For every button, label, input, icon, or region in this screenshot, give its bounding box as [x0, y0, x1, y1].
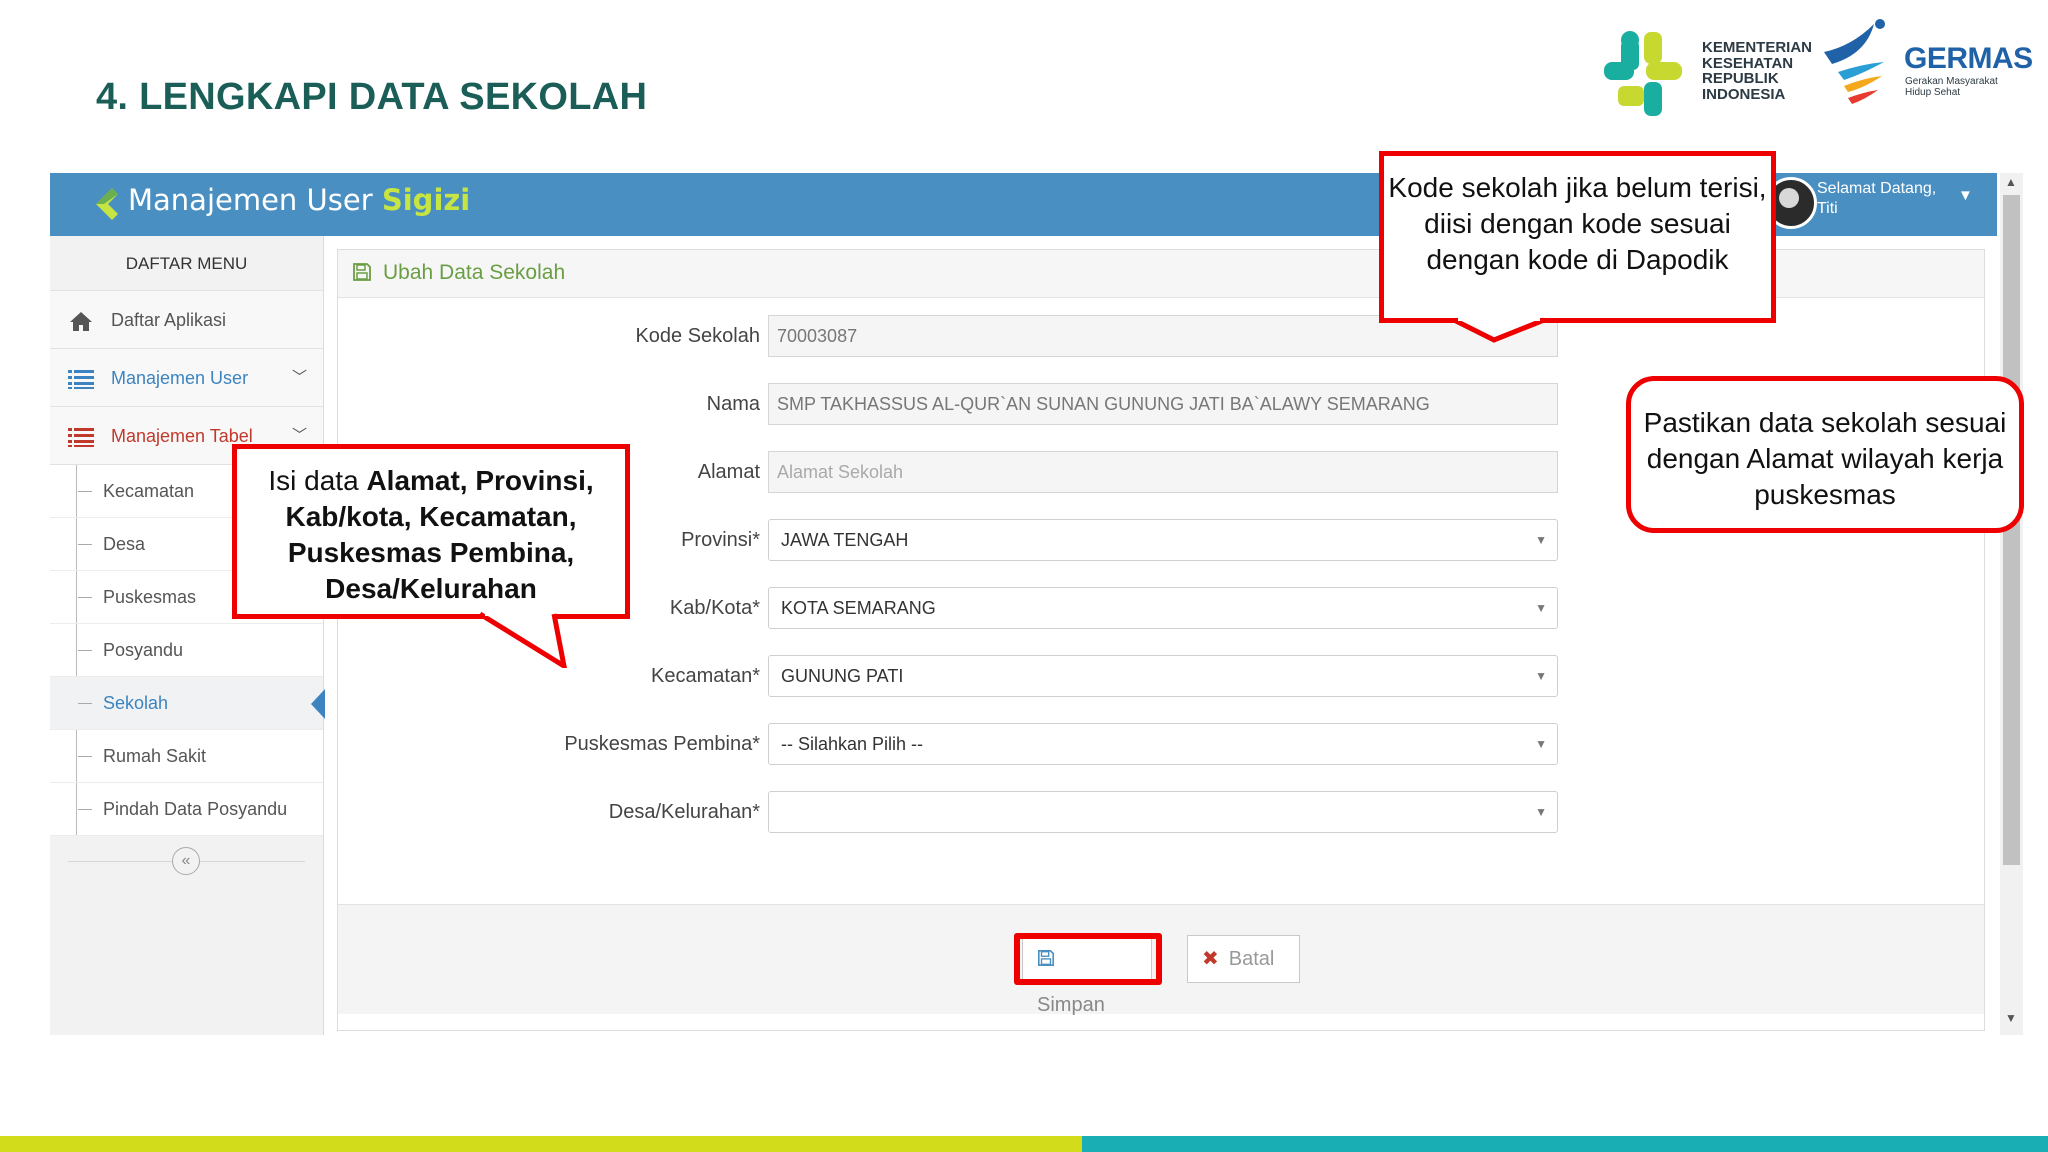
kemenkes-text: KEMENTERIAN KESEHATAN REPUBLIK INDONESIA [1702, 39, 1813, 103]
provinsi-select[interactable]: JAWA TENGAH ▼ [768, 519, 1558, 561]
alamat-input[interactable]: Alamat Sekolah [768, 451, 1558, 493]
save-icon [352, 262, 372, 287]
dropdown-caret-icon: ▼ [1535, 805, 1547, 819]
sidebar-subitem-sekolah[interactable]: Sekolah [50, 677, 325, 730]
sidebar-collapse-row: « [50, 836, 323, 886]
scroll-down-icon[interactable]: ▼ [2005, 1011, 2017, 1025]
save-highlight-box [1014, 933, 1162, 985]
row-desa-kelurahan: Desa/Kelurahan* ▼ [338, 791, 1986, 833]
active-marker [311, 689, 325, 719]
label-puskesmas-pembina: Puskesmas Pembina* [564, 733, 760, 755]
kab-kota-select[interactable]: KOTA SEMARANG ▼ [768, 587, 1558, 629]
callout-left-tail [480, 612, 567, 668]
germas-tagline: Gerakan Masyarakat Hidup Sehat [1905, 76, 1998, 98]
page-scrollbar[interactable]: ▲ ▼ [2000, 173, 2023, 1035]
batal-button[interactable]: ✖ Batal [1187, 935, 1300, 983]
nama-input[interactable]: SMP TAKHASSUS AL-QUR`AN SUNAN GUNUNG JAT… [768, 383, 1558, 425]
dropdown-caret-icon: ▼ [1535, 601, 1547, 615]
user-menu-caret-icon[interactable]: ▼ [1958, 187, 1973, 204]
sidebar-subitem-posyandu[interactable]: Posyandu [50, 624, 323, 677]
callout-top-tail [1452, 316, 1545, 343]
label-kab-kota: Kab/Kota* [669, 597, 760, 619]
close-icon: ✖ [1202, 948, 1219, 970]
label-kecamatan: Kecamatan* [651, 665, 760, 687]
sidebar-item-daftar-aplikasi[interactable]: Daftar Aplikasi [50, 291, 323, 349]
kecamatan-select[interactable]: GUNUNG PATI ▼ [768, 655, 1558, 697]
collapse-sidebar-icon[interactable]: « [172, 847, 200, 875]
brand-title[interactable]: Manajemen User Sigizi [128, 183, 470, 217]
dropdown-caret-icon: ▼ [1535, 533, 1547, 547]
list-icon [68, 349, 94, 407]
dropdown-caret-icon: ▼ [1535, 737, 1547, 751]
sidebar-item-manajemen-user[interactable]: Manajemen User ﹀ [50, 349, 323, 407]
welcome-text[interactable]: Selamat Datang, Titi [1817, 179, 1936, 219]
callout-kode-sekolah: Kode sekolah jika belum terisi, diisi de… [1379, 151, 1776, 323]
panel-title: Ubah Data Sekolah [383, 261, 566, 284]
label-provinsi: Provinsi* [681, 529, 760, 551]
sidebar: DAFTAR MENU Daftar Aplikasi Manajemen Us… [50, 236, 325, 1035]
label-kode-sekolah: Kode Sekolah [635, 325, 760, 347]
desa-kelurahan-select[interactable]: ▼ [768, 791, 1558, 833]
brand-chevron-icon [96, 188, 118, 220]
sidebar-subitem-pindah-data-posyandu[interactable]: Pindah Data Posyandu [50, 783, 323, 836]
bottom-bar-teal [1082, 1136, 2048, 1152]
home-icon [68, 291, 94, 349]
germas-wordmark: GERMAS [1904, 42, 2033, 75]
bottom-bar-lime [0, 1136, 1082, 1152]
slide-title: 4. LENGKAPI DATA SEKOLAH [96, 76, 648, 118]
row-puskesmas-pembina: Puskesmas Pembina* -- Silahkan Pilih -- ▼ [338, 723, 1986, 765]
label-desa-kelurahan: Desa/Kelurahan* [608, 801, 760, 823]
list-icon [68, 407, 94, 465]
callout-isi-data: Isi data Alamat, Provinsi, Kab/kota, Kec… [232, 444, 630, 619]
label-alamat: Alamat [697, 461, 760, 483]
sidebar-subitem-rumah-sakit[interactable]: Rumah Sakit [50, 730, 323, 783]
dropdown-caret-icon: ▼ [1535, 669, 1547, 683]
label-nama: Nama [706, 393, 760, 415]
sidebar-title: DAFTAR MENU [50, 236, 323, 291]
puskesmas-pembina-select[interactable]: -- Silahkan Pilih -- ▼ [768, 723, 1558, 765]
scroll-up-icon[interactable]: ▲ [2005, 175, 2017, 189]
callout-pastikan-data: Pastikan data sekolah sesuai dengan Alam… [1626, 376, 2024, 533]
chevron-down-icon: ﹀ [291, 369, 307, 386]
